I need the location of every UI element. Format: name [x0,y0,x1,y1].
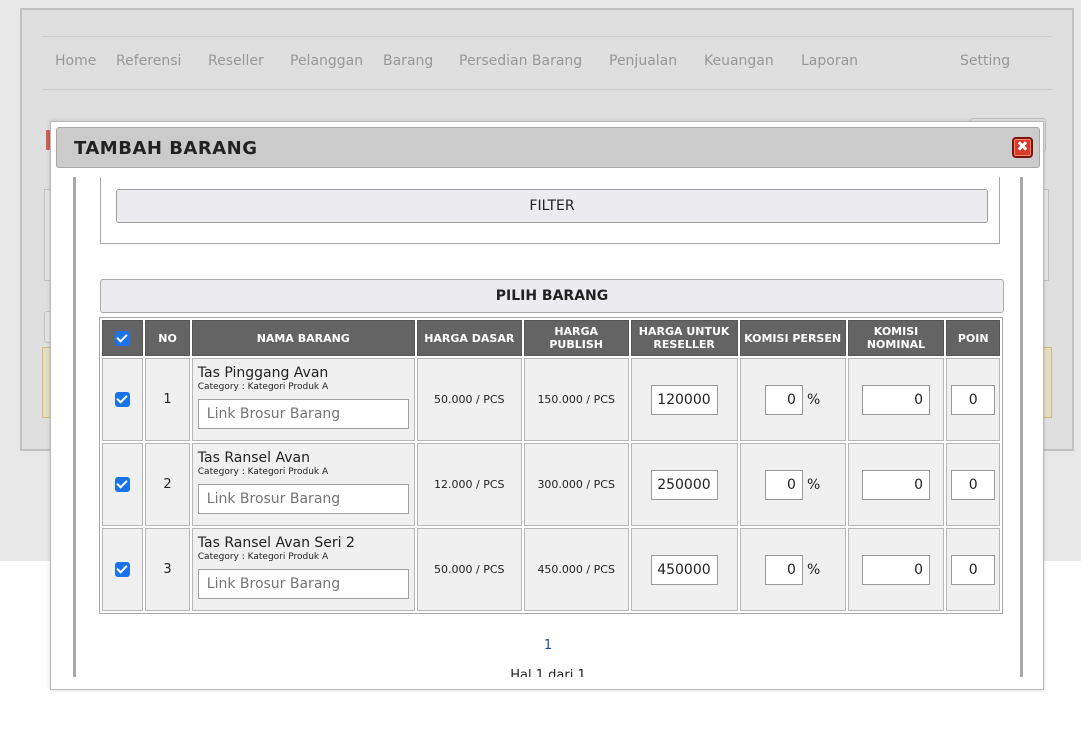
filter-panel: FILTER [100,177,1000,244]
link-brosur-input[interactable] [197,484,409,514]
komisi-nominal-input[interactable]: 0 [862,554,931,585]
header-poin: POIN [946,320,1000,356]
row-no: 1 [145,358,190,441]
row-select-cell [102,443,144,526]
percent-sign: % [806,476,821,493]
header-harga-dasar: HARGA DASAR [416,320,522,356]
select-all-checkbox[interactable] [115,330,131,346]
komisi-nominal-cell: 0 [847,358,945,441]
row-name-cell: Tas Pinggang Avan Category : Kategori Pr… [191,358,415,441]
header-nama-barang: NAMA BARANG [191,320,415,356]
item-name: Tas Pinggang Avan [197,365,329,381]
pilih-barang-header: PILIH BARANG [100,279,1004,313]
poin-input[interactable]: 0 [951,384,996,415]
table-row: 2 Tas Ransel Avan Category : Kategori Pr… [102,443,1000,526]
row-checkbox[interactable] [115,562,131,577]
poin-cell: 0 [946,443,1000,526]
row-select-cell [102,358,144,441]
item-category: Category : Kategori Produk A [197,467,329,477]
pagination-page-1[interactable]: 1 [76,638,1020,653]
link-brosur-input[interactable] [197,569,409,599]
header-komisi-persen: KOMISI PERSEN [739,320,846,356]
row-checkbox[interactable] [115,477,131,492]
header-harga-publish: HARGA PUBLISH [523,320,629,356]
table-row: 3 Tas Ransel Avan Seri 2 Category : Kate… [102,528,1000,611]
item-category: Category : Kategori Produk A [197,382,329,392]
close-icon[interactable]: ✖ [1012,137,1033,158]
item-category: Category : Kategori Produk A [197,552,329,562]
percent-sign: % [806,391,821,408]
komisi-persen-input[interactable]: 0 [764,469,803,500]
harga-publish: 300.000 / PCS [523,443,629,526]
link-brosur-input[interactable] [197,399,409,429]
table-header-row: NO NAMA BARANG HARGA DASAR HARGA PUBLISH… [102,320,1000,356]
percent-sign: % [806,561,821,578]
komisi-nominal-cell: 0 [847,528,945,611]
modal-header: TAMBAH BARANG ✖ [56,127,1040,168]
poin-input[interactable]: 0 [951,554,996,585]
harga-reseller-cell: 250000 [630,443,738,526]
modal-title: TAMBAH BARANG [74,138,258,159]
header-harga-reseller: HARGA UNTUK RESELLER [630,320,738,356]
page-info: Hal 1 dari 1 [510,668,586,677]
komisi-persen-cell: 0% [739,528,846,611]
items-table: NO NAMA BARANG HARGA DASAR HARGA PUBLISH… [99,317,1003,614]
row-name-cell: Tas Ransel Avan Category : Kategori Prod… [191,443,415,526]
komisi-nominal-input[interactable]: 0 [862,384,931,415]
komisi-nominal-cell: 0 [847,443,945,526]
komisi-persen-input[interactable]: 0 [764,554,803,585]
harga-dasar: 50.000 / PCS [416,528,522,611]
komisi-persen-cell: 0% [739,358,846,441]
harga-reseller-input[interactable]: 450000 [650,554,718,585]
harga-dasar: 12.000 / PCS [416,443,522,526]
item-name: Tas Ransel Avan [197,450,310,466]
harga-reseller-cell: 120000 [630,358,738,441]
header-komisi-nominal: KOMISI NOMINAL [847,320,945,356]
harga-reseller-cell: 450000 [630,528,738,611]
poin-input[interactable]: 0 [951,469,996,500]
item-name: Tas Ransel Avan Seri 2 [197,535,355,551]
table-row: 1 Tas Pinggang Avan Category : Kategori … [102,358,1000,441]
select-all-header[interactable] [102,320,144,356]
poin-cell: 0 [946,528,1000,611]
harga-dasar: 50.000 / PCS [416,358,522,441]
harga-publish: 450.000 / PCS [523,528,629,611]
row-no: 2 [145,443,190,526]
harga-reseller-input[interactable]: 250000 [650,469,718,500]
row-checkbox[interactable] [115,392,131,407]
tambah-barang-modal: TAMBAH BARANG ✖ FILTER PILIH BARANG NO N… [50,121,1044,690]
poin-cell: 0 [946,358,1000,441]
komisi-persen-cell: 0% [739,443,846,526]
filter-button[interactable]: FILTER [116,189,988,223]
header-no: NO [145,320,190,356]
row-select-cell [102,528,144,611]
komisi-persen-input[interactable]: 0 [764,384,803,415]
harga-reseller-input[interactable]: 120000 [650,384,718,415]
modal-body[interactable]: FILTER PILIH BARANG NO NAMA BARANG HARGA… [73,177,1023,677]
row-no: 3 [145,528,190,611]
harga-publish: 150.000 / PCS [523,358,629,441]
row-name-cell: Tas Ransel Avan Seri 2 Category : Katego… [191,528,415,611]
komisi-nominal-input[interactable]: 0 [862,469,931,500]
